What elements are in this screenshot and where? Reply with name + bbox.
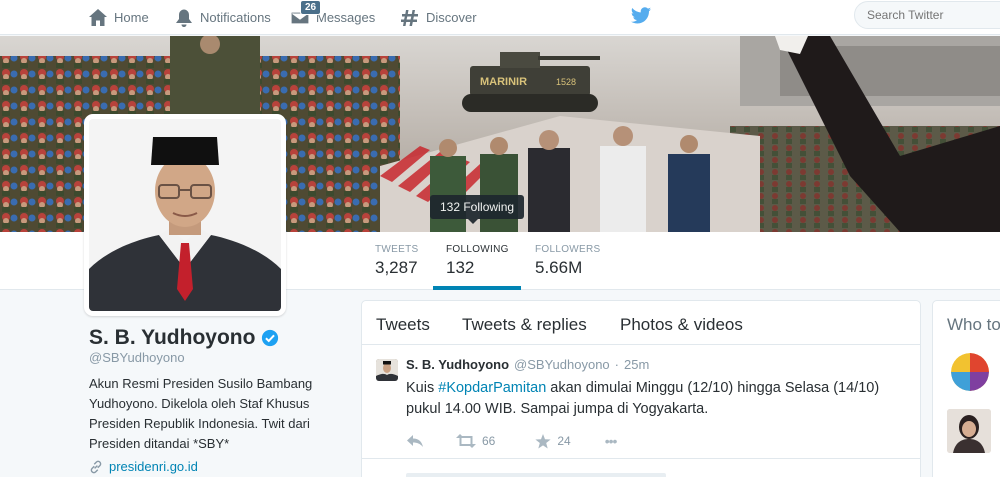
svg-text:MARINIR: MARINIR <box>480 76 527 88</box>
stat-tweets-label: TWEETS <box>375 244 419 255</box>
tweet-text: Kuis #KopdarPamitan akan dimulai Minggu … <box>406 378 906 420</box>
retweet-button[interactable]: 66 <box>456 434 495 448</box>
nav-discover-label: Discover <box>426 10 477 25</box>
home-icon <box>89 8 107 26</box>
tweet-text-before: Kuis <box>406 380 439 396</box>
profile-bio: Akun Resmi Presiden Susilo Bambang Yudho… <box>89 376 313 451</box>
twitter-bird-icon[interactable] <box>630 5 652 27</box>
tweet-author-handle[interactable]: @SBYudhoyono <box>514 357 610 372</box>
tweet-hashtag[interactable]: #KopdarPamitan <box>438 380 546 396</box>
stat-following[interactable]: FOLLOWING 132 <box>446 244 509 278</box>
nav-messages-label: Messages <box>316 10 376 25</box>
nav-home-label: Home <box>114 10 149 25</box>
hashtag-icon <box>401 9 418 26</box>
suggested-user-avatar-graphic <box>951 353 989 391</box>
tweet[interactable]: S. B. Yudhoyono @SBYudhoyono · 25m Kuis … <box>362 345 920 459</box>
retweet-count: 66 <box>482 434 496 448</box>
reply-icon <box>407 435 423 447</box>
nav-home[interactable]: Home <box>88 0 149 35</box>
tab-tweets[interactable]: Tweets <box>376 315 430 335</box>
stat-tweets[interactable]: TWEETS 3,287 <box>375 244 418 278</box>
tweet-header: S. B. Yudhoyono @SBYudhoyono · 25m <box>406 357 649 372</box>
suggested-user-avatar[interactable] <box>951 353 989 391</box>
stat-following-value: 132 <box>446 258 475 277</box>
stat-followers-label: FOLLOWERS <box>535 244 601 255</box>
tweet-avatar-photo <box>376 359 398 381</box>
search-input[interactable] <box>854 1 1000 29</box>
bell-icon <box>176 9 192 27</box>
more-button[interactable]: ••• <box>604 433 618 449</box>
nav-notifications[interactable]: Notifications <box>174 0 271 35</box>
nav-messages[interactable]: 26 Messages <box>290 0 375 35</box>
active-tab-underline <box>433 286 521 290</box>
suggested-user-avatar[interactable] <box>947 409 991 453</box>
favorite-button[interactable]: 24 <box>535 433 571 449</box>
tab-photos-and-videos[interactable]: Photos & videos <box>620 315 743 335</box>
suggested-user-avatar-photo <box>947 409 991 453</box>
following-tooltip: 132 Following <box>430 195 525 224</box>
tweet-timestamp[interactable]: 25m <box>624 357 649 372</box>
stat-followers-value: 5.66M <box>535 258 583 277</box>
next-tweet-partial[interactable] <box>406 473 666 477</box>
stat-following-label: FOLLOWING <box>446 244 509 255</box>
profile-name: S. B. Yudhoyono <box>89 326 279 350</box>
avatar-photo <box>89 119 281 311</box>
top-navigation: Home Notifications 26 Messages Discover <box>0 0 1000 35</box>
who-to-follow-panel: Who to <box>932 300 1000 477</box>
reply-button[interactable] <box>406 434 424 448</box>
tab-tweets-and-replies[interactable]: Tweets & replies <box>462 315 587 335</box>
profile-name-text: S. B. Yudhoyono <box>89 326 256 349</box>
who-to-follow-title: Who to <box>947 315 1000 334</box>
tweet-avatar[interactable] <box>376 359 398 381</box>
tweet-actions: 66 24 ••• <box>406 433 618 449</box>
messages-count-badge: 26 <box>300 0 322 15</box>
profile-handle: @SBYudhoyono <box>89 350 185 365</box>
nav-notifications-label: Notifications <box>200 10 271 25</box>
verified-badge-icon <box>262 329 279 347</box>
profile-website-text: presidenri.go.id <box>109 459 198 474</box>
tweet-author-name[interactable]: S. B. Yudhoyono <box>406 357 509 372</box>
profile-avatar[interactable] <box>84 114 286 316</box>
nav-discover[interactable]: Discover <box>400 0 477 35</box>
profile-website[interactable]: presidenri.go.id <box>89 459 198 474</box>
link-icon <box>90 460 102 473</box>
stat-tweets-value: 3,287 <box>375 258 418 277</box>
star-icon <box>535 433 551 448</box>
svg-text:1528: 1528 <box>556 77 576 87</box>
timeline-tabs: Tweets Tweets & replies Photos & videos <box>362 301 920 345</box>
tweet-separator: · <box>614 357 619 372</box>
timeline-card: Tweets Tweets & replies Photos & videos … <box>361 300 921 477</box>
favorite-count: 24 <box>557 434 571 448</box>
stat-followers[interactable]: FOLLOWERS 5.66M <box>535 244 601 278</box>
retweet-icon <box>456 434 476 448</box>
more-icon: ••• <box>604 433 618 449</box>
